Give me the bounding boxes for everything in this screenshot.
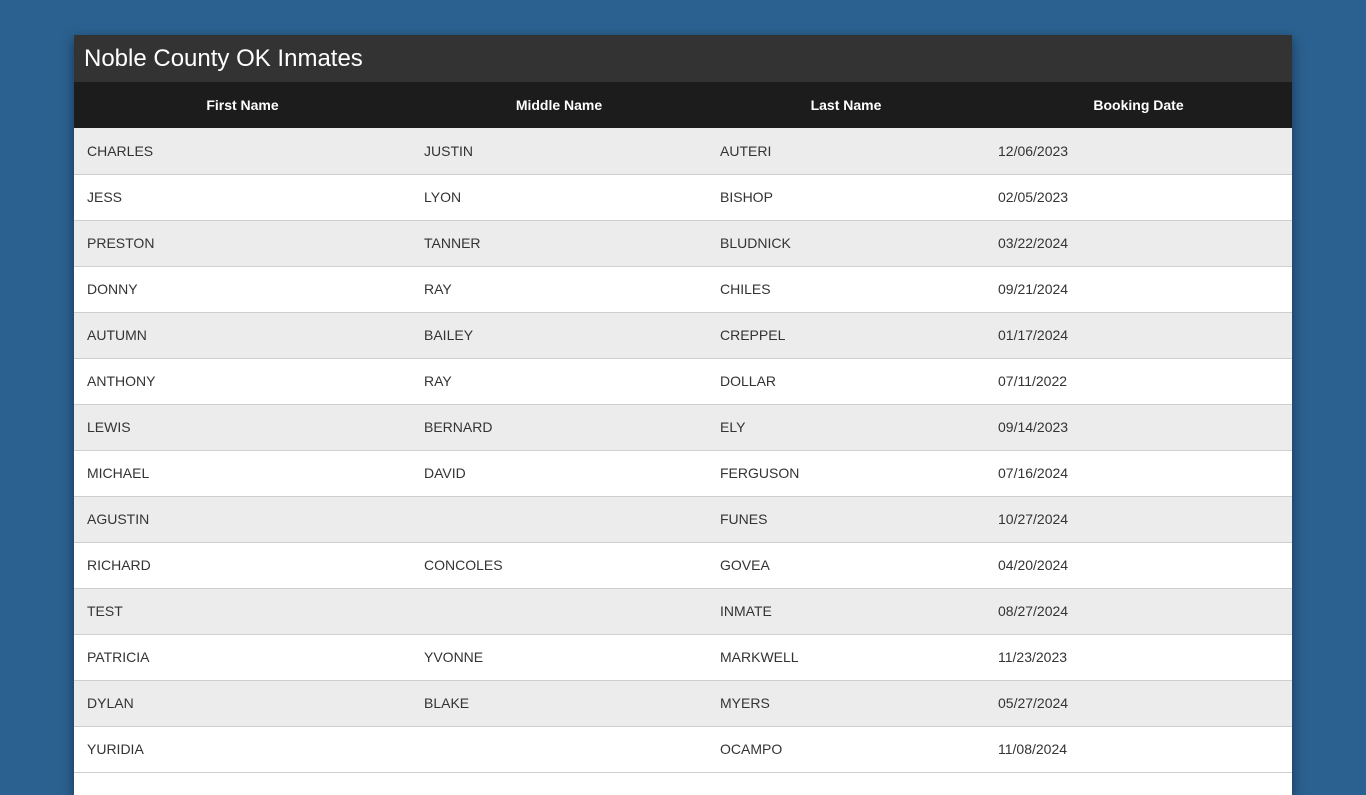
cell-booking-date: 03/22/2024 — [998, 235, 1069, 251]
table-row[interactable]: ANTHONY RAY DOLLAR 07/11/2022 — [74, 358, 1292, 404]
cell-booking-date: 09/14/2023 — [998, 419, 1069, 435]
cell-first-name: PRESTON — [87, 235, 155, 251]
cell-middle-name: LYON — [424, 189, 462, 205]
cell-last-name: INMATE — [720, 603, 772, 619]
cell-middle-name: BERNARD — [424, 419, 493, 435]
cell-booking-date: 02/05/2023 — [998, 189, 1069, 205]
cell-booking-date: 01/17/2024 — [998, 327, 1069, 343]
table-row[interactable]: JESS LYON BISHOP 02/05/2023 — [74, 174, 1292, 220]
cell-middle-name: BAILEY — [424, 327, 474, 343]
cell-first-name: DYLAN — [87, 695, 134, 711]
cell-middle-name: JUSTIN — [424, 142, 473, 159]
inmates-table: First Name Middle Name Last Name Booking… — [74, 82, 1292, 773]
table-row[interactable]: AUTUMN BAILEY CREPPEL 01/17/2024 — [74, 312, 1292, 358]
cell-last-name: BISHOP — [720, 189, 773, 205]
cell-first-name: CHARLES — [87, 142, 154, 159]
header-row: First Name Middle Name Last Name Booking… — [74, 82, 1292, 128]
page-title: Noble County OK Inmates — [74, 35, 1292, 82]
cell-first-name: AGUSTIN — [87, 511, 150, 527]
cell-middle-name — [411, 726, 707, 772]
cell-first-name: LEWIS — [87, 419, 131, 435]
cell-first-name: TEST — [87, 603, 123, 619]
cell-booking-date: 11/23/2023 — [998, 649, 1068, 665]
cell-last-name: OCAMPO — [720, 741, 783, 757]
cell-last-name: AUTERI — [720, 142, 772, 159]
cell-middle-name: DAVID — [424, 465, 466, 481]
cell-last-name: ELY — [720, 419, 746, 435]
cell-first-name: PATRICIA — [87, 649, 150, 665]
cell-middle-name: RAY — [424, 373, 452, 389]
table-row[interactable]: PRESTON TANNER BLUDNICK 03/22/2024 — [74, 220, 1292, 266]
column-header-booking-date[interactable]: Booking Date — [985, 82, 1292, 128]
cell-booking-date: 10/27/2024 — [998, 511, 1069, 527]
table-row[interactable]: DYLAN BLAKE MYERS 05/27/2024 — [74, 680, 1292, 726]
cell-middle-name: BLAKE — [424, 695, 470, 711]
cell-last-name: CREPPEL — [720, 327, 786, 343]
cell-first-name: ANTHONY — [87, 373, 156, 389]
cell-last-name: GOVEA — [720, 557, 770, 573]
cell-first-name: MICHAEL — [87, 465, 150, 481]
table-row[interactable]: AGUSTIN FUNES 10/27/2024 — [74, 496, 1292, 542]
inmates-panel: Noble County OK Inmates First Name Middl… — [74, 35, 1292, 795]
cell-booking-date: 04/20/2024 — [998, 557, 1069, 573]
cell-middle-name: CONCOLES — [424, 557, 503, 573]
cell-first-name: YURIDIA — [87, 741, 144, 757]
table-row[interactable]: DONNY RAY CHILES 09/21/2024 — [74, 266, 1292, 312]
table-row[interactable]: PATRICIA YVONNE MARKWELL 11/23/2023 — [74, 634, 1292, 680]
table-row[interactable]: TEST INMATE 08/27/2024 — [74, 588, 1292, 634]
cell-middle-name: TANNER — [424, 235, 481, 251]
cell-booking-date: 11/08/2024 — [998, 741, 1068, 757]
table-row[interactable]: CHARLES JUSTIN AUTERI 12/06/2023 — [74, 128, 1292, 174]
cell-middle-name — [411, 496, 707, 542]
cell-booking-date: 08/27/2024 — [998, 603, 1069, 619]
table-body: CHARLES JUSTIN AUTERI 12/06/2023 JESS LY… — [74, 128, 1292, 772]
cell-first-name: RICHARD — [87, 557, 151, 573]
column-header-first-name[interactable]: First Name — [74, 82, 411, 128]
cell-middle-name: RAY — [424, 281, 452, 297]
cell-first-name: DONNY — [87, 281, 138, 297]
cell-middle-name: YVONNE — [424, 649, 484, 665]
table-row[interactable]: YURIDIA OCAMPO 11/08/2024 — [74, 726, 1292, 772]
cell-first-name: JESS — [87, 189, 123, 205]
cell-last-name: MARKWELL — [720, 649, 799, 665]
column-header-last-name[interactable]: Last Name — [707, 82, 985, 128]
column-header-middle-name[interactable]: Middle Name — [411, 82, 707, 128]
cell-last-name: MYERS — [720, 695, 770, 711]
cell-booking-date: 07/11/2022 — [998, 373, 1068, 389]
cell-last-name: CHILES — [720, 281, 771, 297]
table-row[interactable]: LEWIS BERNARD ELY 09/14/2023 — [74, 404, 1292, 450]
cell-last-name: BLUDNICK — [720, 235, 791, 251]
table-row[interactable]: RICHARD CONCOLES GOVEA 04/20/2024 — [74, 542, 1292, 588]
cell-booking-date: 09/21/2024 — [998, 281, 1069, 297]
cell-middle-name — [411, 588, 707, 634]
cell-first-name: AUTUMN — [87, 327, 147, 343]
cell-last-name: FUNES — [720, 511, 768, 527]
cell-last-name: DOLLAR — [720, 373, 777, 389]
table-row[interactable]: MICHAEL DAVID FERGUSON 07/16/2024 — [74, 450, 1292, 496]
cell-booking-date: 05/27/2024 — [998, 695, 1069, 711]
cell-booking-date: 07/16/2024 — [998, 465, 1069, 481]
cell-booking-date: 12/06/2023 — [998, 142, 1069, 159]
table-header: First Name Middle Name Last Name Booking… — [74, 82, 1292, 128]
cell-last-name: FERGUSON — [720, 465, 800, 481]
